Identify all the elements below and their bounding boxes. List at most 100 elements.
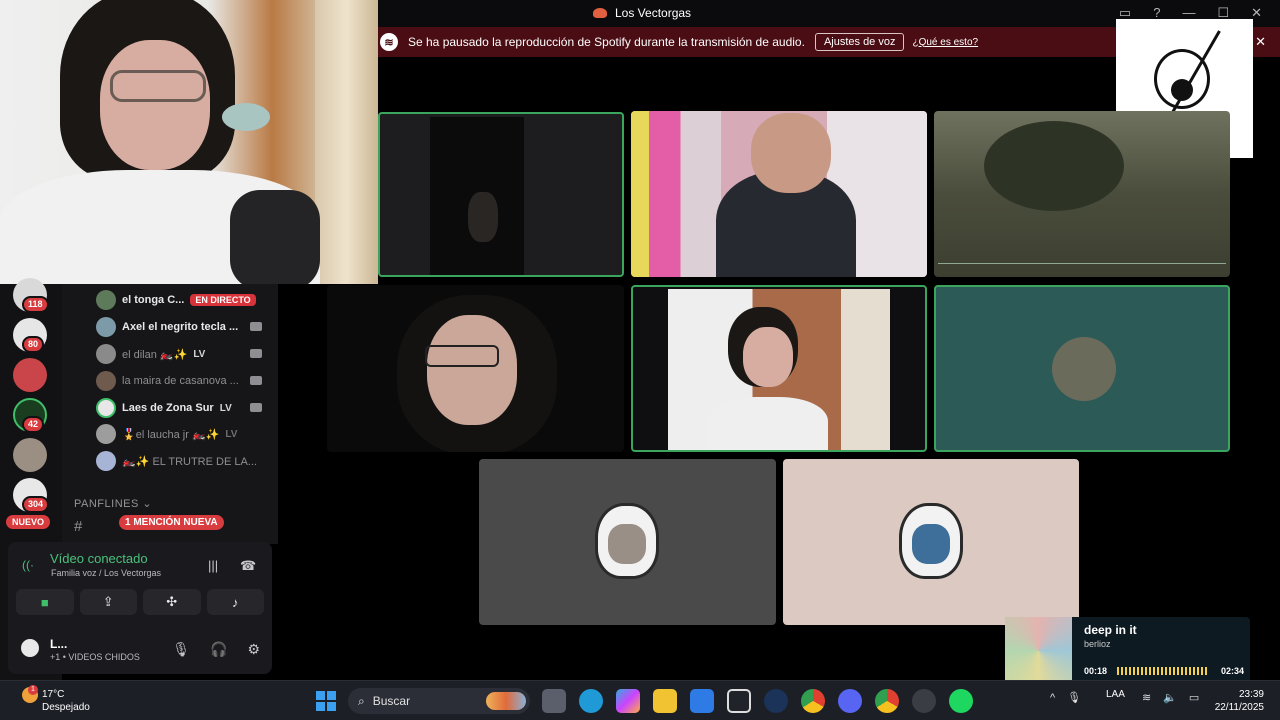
voice-member[interactable]: Axel el negrito tecla ... — [96, 317, 262, 337]
webcam-overlay — [0, 0, 378, 284]
system-tray: ^ 🎙 — [1050, 691, 1081, 705]
noise-suppression-icon[interactable]: ||| — [208, 558, 218, 573]
microphone-icon[interactable]: 🎙 — [172, 641, 190, 658]
camera-icon — [250, 349, 262, 358]
start-button[interactable] — [316, 691, 336, 711]
server-logo-icon — [593, 8, 607, 18]
file-explorer-icon[interactable] — [653, 689, 677, 713]
lv-tag: LV — [193, 348, 206, 360]
server-icon[interactable] — [13, 358, 47, 392]
avatar — [96, 451, 116, 471]
video-tile[interactable] — [631, 285, 927, 452]
new-servers-pill[interactable]: NUEVO — [6, 515, 51, 529]
video-tile[interactable] — [378, 112, 624, 277]
edge-icon[interactable] — [579, 689, 603, 713]
voice-connection-panel: ((· Vídeo conectado Familia voz / Los Ve… — [8, 542, 272, 674]
spotify-widget[interactable]: deep in it berlioz 00:18 02:34 — [1005, 617, 1250, 690]
video-tile[interactable] — [631, 111, 927, 277]
notice-message: Se ha pausado la reproducción de Spotify… — [408, 35, 805, 49]
soundboard-button[interactable]: ♪ — [206, 589, 264, 615]
search-icon: ⌕ — [358, 693, 365, 708]
avatar — [899, 503, 963, 579]
user-avatar[interactable] — [18, 636, 42, 660]
spotify-icon: ≋ — [380, 33, 398, 51]
curtain — [315, 0, 378, 284]
avatar-tile[interactable] — [783, 459, 1079, 625]
category-header[interactable]: PANFLINES ⌄ — [74, 497, 152, 510]
voice-status[interactable]: Vídeo conectado — [50, 551, 148, 566]
taskbar: 1 17°C Despejado ⌕ Buscar ^ 🎙 LAA ≋ 🔈 ▭ … — [0, 680, 1280, 720]
weather-badge: 1 — [28, 685, 38, 695]
camera-icon — [250, 403, 262, 412]
headphones-icon[interactable]: 🎧 — [210, 641, 227, 658]
voice-member[interactable]: 🏍️✨ EL TRUTRE DE LA... — [96, 451, 257, 471]
chrome-icon[interactable] — [875, 689, 899, 713]
glasses — [110, 70, 206, 102]
lv-tag: LV — [219, 402, 232, 414]
search-box[interactable]: ⌕ Buscar — [348, 688, 530, 714]
steam-icon[interactable] — [764, 689, 788, 713]
activities-button[interactable]: ✣ — [143, 589, 201, 615]
language-indicator[interactable]: LAA — [1106, 689, 1125, 701]
camera-button[interactable]: ■ — [16, 589, 74, 615]
new-mention-pill[interactable]: 1 MENCIÓN NUEVA — [119, 515, 224, 530]
voice-member[interactable]: el tonga C... EN DIRECTO — [96, 290, 256, 310]
streamer-sleeve — [230, 190, 320, 284]
task-view-icon[interactable] — [542, 689, 566, 713]
search-highlight-image — [486, 692, 526, 710]
avatar — [96, 371, 116, 391]
camera-icon — [250, 322, 262, 331]
voice-settings-button[interactable]: Ajustes de voz — [814, 33, 905, 51]
camera-icon — [250, 376, 262, 385]
copilot-icon[interactable] — [616, 689, 640, 713]
screen-share-button[interactable]: ⇪ — [79, 589, 137, 615]
lv-tag: LV — [225, 428, 238, 440]
disconnect-icon[interactable]: ☎ — [240, 558, 256, 574]
signal-icon[interactable]: ((· — [22, 558, 34, 572]
unread-badge: 80 — [22, 336, 45, 353]
chevron-down-icon: ⌄ — [142, 498, 153, 510]
discord-icon[interactable] — [838, 689, 862, 713]
voice-location[interactable]: Familia voz / Los Vectorgas — [51, 568, 161, 578]
plush-toy — [222, 103, 270, 131]
volume-icon: 🔈 — [1163, 692, 1177, 704]
chrome-icon[interactable] — [801, 689, 825, 713]
close-notice-icon[interactable]: ✕ — [1255, 34, 1266, 50]
settings-gear-icon[interactable]: ⚙ — [247, 641, 260, 658]
avatar-tile[interactable] — [934, 285, 1230, 452]
battery-icon: ▭ — [1188, 692, 1200, 704]
voice-actions: ■ ⇪ ✣ ♪ — [16, 589, 264, 615]
video-tile[interactable] — [327, 285, 624, 452]
what-is-this-link[interactable]: ¿Qué es esto? — [912, 37, 978, 48]
avatar — [96, 344, 116, 364]
avatar — [96, 317, 116, 337]
album-art — [1005, 617, 1072, 684]
server-icon[interactable] — [13, 438, 47, 472]
avatar — [96, 424, 116, 444]
wifi-icon: ≋ — [1142, 692, 1152, 704]
store-icon[interactable] — [690, 689, 714, 713]
avatar — [96, 398, 116, 418]
voice-member[interactable]: 🎖️el laucha jr 🏍️✨ LV — [96, 424, 237, 444]
user-status: +1 • VIDEOS CHIDOS — [50, 652, 140, 662]
clock[interactable]: 23:39 22/11/2025 — [1215, 688, 1264, 714]
user-name[interactable]: L... — [50, 637, 67, 651]
quick-settings[interactable]: ≋ 🔈 ▭ — [1142, 691, 1199, 704]
avatar-tile[interactable] — [479, 459, 776, 625]
stream-tile[interactable] — [934, 111, 1230, 277]
spotify-icon[interactable] — [949, 689, 973, 713]
chevron-up-icon[interactable]: ^ — [1050, 692, 1055, 704]
app-icon[interactable] — [727, 689, 751, 713]
streamer-face — [100, 40, 210, 170]
voice-member[interactable]: Laes de Zona Sur LV — [96, 398, 262, 418]
avatar — [1052, 337, 1116, 401]
voice-member[interactable]: el dilan 🏍️✨ LV — [96, 344, 262, 364]
obs-icon[interactable] — [912, 689, 936, 713]
temperature[interactable]: 17°C — [42, 689, 64, 700]
microphone-icon[interactable]: 🎙 — [1067, 691, 1081, 704]
voice-member[interactable]: la maira de casanova ... — [96, 371, 262, 391]
text-channel-icon: # — [74, 518, 83, 535]
weather-condition[interactable]: Despejado — [42, 702, 90, 713]
game-hud — [938, 263, 1226, 273]
avatar — [595, 503, 659, 579]
